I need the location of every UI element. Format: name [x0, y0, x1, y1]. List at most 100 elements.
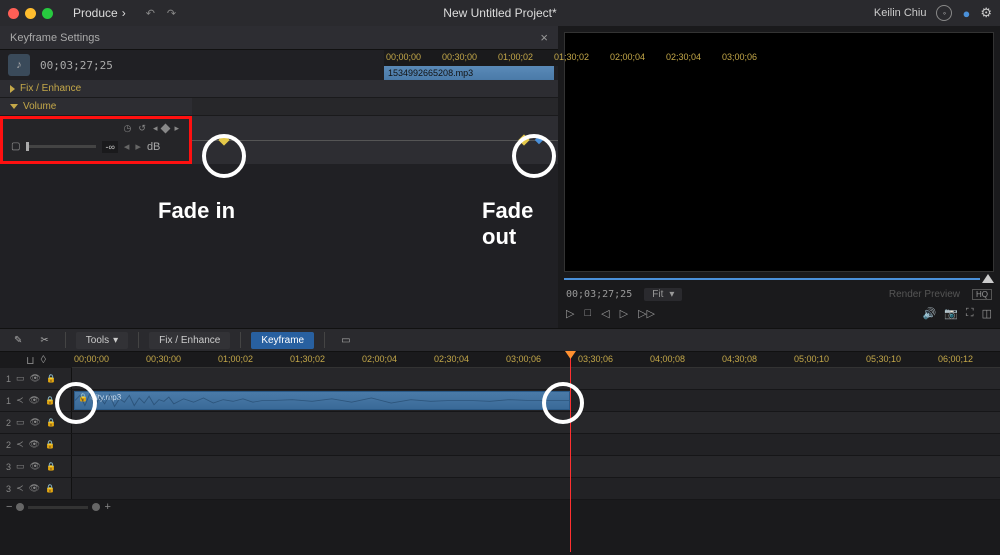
visibility-icon[interactable]: 👁: [30, 373, 41, 384]
ruler-tick: 03;30;06: [578, 354, 613, 364]
track-lane[interactable]: [72, 456, 1000, 477]
track-number: 3: [6, 484, 11, 494]
track-header[interactable]: 3 ≺ 👁 🔒: [0, 478, 72, 499]
lock-icon[interactable]: 🔒: [46, 462, 56, 471]
prev-frame-icon[interactable]: ◁: [601, 307, 609, 320]
ruler-tick: 00;30;00: [442, 52, 477, 62]
preview-viewport[interactable]: [564, 32, 994, 272]
ruler-tick: 01;30;02: [554, 52, 589, 62]
keyframe-marker[interactable]: [535, 136, 543, 144]
visibility-icon[interactable]: 👁: [30, 461, 41, 472]
tools-menu[interactable]: Tools ▾: [76, 332, 128, 349]
keyframe-button[interactable]: Keyframe: [251, 332, 314, 349]
visibility-icon[interactable]: 👁: [30, 417, 41, 428]
marker-icon[interactable]: ◊: [41, 354, 46, 366]
lock-icon[interactable]: 🔒: [46, 418, 56, 427]
settings-icon[interactable]: ⚙: [980, 5, 992, 21]
close-icon[interactable]: ×: [540, 30, 548, 45]
lock-icon[interactable]: 🔒: [45, 396, 55, 405]
zoom-handle[interactable]: [16, 503, 24, 511]
stopwatch-icon[interactable]: ◷: [122, 123, 134, 134]
track-header[interactable]: 2 ▭ 👁 🔒: [0, 412, 72, 433]
detach-icon[interactable]: ◫: [982, 307, 992, 320]
redo-icon[interactable]: ↷: [167, 7, 176, 20]
user-avatar-icon[interactable]: ◦: [936, 5, 952, 21]
cut-tool-icon[interactable]: ✂: [34, 332, 54, 349]
notification-icon[interactable]: ●: [962, 6, 970, 21]
volume-value[interactable]: -∞: [102, 141, 117, 153]
track-lane[interactable]: [72, 434, 1000, 455]
keyframe-marker[interactable]: [218, 134, 229, 145]
stop-icon[interactable]: □: [584, 307, 591, 320]
zoom-in-icon[interactable]: +: [104, 501, 110, 513]
volume-keyframe-lane[interactable]: [192, 116, 558, 164]
next-value-icon[interactable]: ▸: [135, 140, 141, 153]
preview-scrubber[interactable]: [564, 274, 994, 284]
add-keyframe-icon[interactable]: [161, 124, 171, 134]
preview-timecode[interactable]: 00;03;27;25: [566, 289, 632, 300]
next-frame-icon[interactable]: ▷: [620, 307, 628, 320]
visibility-icon[interactable]: 👁: [29, 439, 40, 450]
visibility-icon[interactable]: 👁: [29, 483, 40, 494]
prev-value-icon[interactable]: ◂: [124, 140, 130, 153]
lock-icon[interactable]: 🔒: [45, 440, 55, 449]
clip-options-icon[interactable]: ▭: [335, 332, 356, 349]
playhead[interactable]: [570, 352, 571, 552]
zoom-slider[interactable]: [28, 506, 88, 509]
audio-clip[interactable]: 🔒 City.mp3: [74, 391, 570, 410]
volume-unit: dB: [147, 141, 160, 153]
timeline-ruler[interactable]: 00;00;00 00;30;00 01;00;02 01;30;02 02;0…: [72, 352, 1000, 368]
track-type-icon: ≺: [16, 395, 24, 406]
track-header[interactable]: 1 ≺ 👁 🔒: [0, 390, 72, 411]
fix-enhance-section[interactable]: Fix / Enhance: [0, 80, 558, 98]
magnet-icon[interactable]: ⊔: [26, 354, 35, 367]
minimize-window-icon[interactable]: [25, 8, 36, 19]
reset-icon[interactable]: ↺: [136, 123, 148, 134]
edit-tool-icon[interactable]: ✎: [8, 332, 28, 349]
undo-icon[interactable]: ↶: [146, 7, 155, 20]
track-header[interactable]: 2 ≺ 👁 🔒: [0, 434, 72, 455]
timeline-toolbar: ✎ ✂ Tools ▾ Fix / Enhance Keyframe ▭: [0, 328, 1000, 352]
render-preview-button[interactable]: Render Preview: [889, 289, 960, 300]
close-window-icon[interactable]: [8, 8, 19, 19]
prev-keyframe-icon[interactable]: ◂: [151, 123, 160, 134]
zoom-handle[interactable]: [92, 503, 100, 511]
zoom-out-icon[interactable]: −: [6, 501, 12, 513]
quality-icon[interactable]: HQ: [972, 289, 992, 300]
track-lane[interactable]: [72, 478, 1000, 499]
ruler-tick: 03;00;06: [722, 52, 757, 62]
visibility-icon[interactable]: 👁: [29, 395, 40, 406]
fast-forward-icon[interactable]: ▷▷: [638, 307, 655, 320]
next-keyframe-icon[interactable]: ▸: [172, 123, 181, 134]
playhead-head-icon[interactable]: [565, 351, 576, 359]
snapshot-icon[interactable]: 📷: [944, 307, 958, 320]
lock-icon[interactable]: 🔒: [45, 484, 55, 493]
volume-slider[interactable]: [26, 145, 96, 148]
user-name[interactable]: Keilin Chiu: [874, 7, 927, 19]
keyframe-marker[interactable]: [518, 134, 529, 145]
play-icon[interactable]: ▷: [566, 307, 574, 320]
ruler-tick: 03;00;06: [506, 354, 541, 364]
track-header[interactable]: 1 ▭ 👁 🔒: [0, 368, 72, 389]
track-type-icon: ▭: [16, 461, 25, 472]
track-lane[interactable]: [72, 412, 1000, 433]
ruler-tick: 00;30;00: [146, 354, 181, 364]
lock-icon[interactable]: 🔒: [46, 374, 56, 383]
audio-icon[interactable]: 🔊: [922, 307, 936, 320]
keyframe-clip[interactable]: 1534992665208.mp3: [384, 66, 554, 80]
window-controls[interactable]: [8, 8, 53, 19]
zoom-fit-select[interactable]: Fit ▾: [644, 288, 682, 301]
track-lane[interactable]: [72, 368, 1000, 389]
playhead-marker-icon[interactable]: [982, 274, 994, 283]
track-lane[interactable]: 🔒 City.mp3: [72, 390, 1000, 411]
fix-enhance-button[interactable]: Fix / Enhance: [149, 332, 230, 349]
track-header[interactable]: 3 ▭ 👁 🔒: [0, 456, 72, 477]
ruler-tick: 01;00;02: [498, 52, 533, 62]
volume-section[interactable]: Volume: [0, 98, 192, 116]
produce-button[interactable]: Produce ›: [73, 6, 126, 20]
chevron-down-icon: ▾: [113, 335, 118, 346]
maximize-window-icon[interactable]: [42, 8, 53, 19]
tools-label: Tools: [86, 335, 109, 346]
fullscreen-icon[interactable]: ⛶: [966, 307, 974, 320]
keyframe-ruler[interactable]: 00;00;00 00;30;00 01;00;02 01;30;02 02;0…: [384, 50, 558, 66]
